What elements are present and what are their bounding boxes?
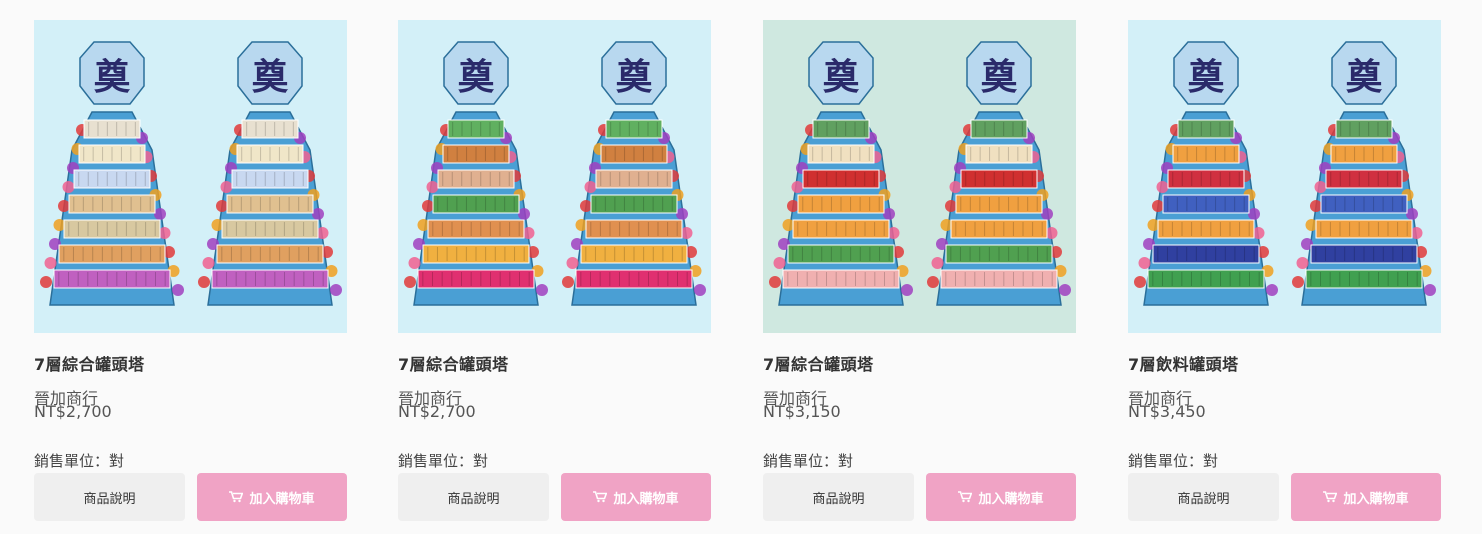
add-to-cart-button[interactable]: 加入購物車 — [926, 473, 1076, 521]
tower-display: 奠 — [40, 41, 184, 306]
product-grid: 奠奠 7層綜合罐頭塔 晉加商行 NT$2,700 銷售單位：對 商品說明 加入購… — [0, 0, 1482, 534]
tower-character: 奠 — [252, 56, 289, 98]
tower-character: 奠 — [823, 56, 860, 98]
sales-unit: 銷售單位：對 — [763, 452, 854, 470]
tower-character: 奠 — [458, 56, 495, 98]
product-price: NT$3,150 — [763, 402, 841, 421]
product-price: NT$3,450 — [1128, 402, 1206, 421]
cart-icon — [958, 491, 973, 503]
cart-icon — [1323, 491, 1338, 503]
tower-display: 奠 — [1292, 41, 1436, 306]
sales-unit: 銷售單位：對 — [398, 452, 489, 470]
add-to-cart-button[interactable]: 加入購物車 — [561, 473, 711, 521]
description-button-label: 商品說明 — [812, 491, 865, 507]
tower-display: 奠 — [404, 41, 548, 306]
description-button-label: 商品說明 — [447, 491, 500, 507]
product-title[interactable]: 7層綜合罐頭塔 — [34, 351, 145, 375]
tower-display: 奠 — [769, 41, 913, 306]
product-card: 奠奠 7層飲料罐頭塔 晉加商行 NT$3,450 銷售單位：對 商品說明 加入購… — [1128, 20, 1441, 530]
tower-display: 奠 — [927, 41, 1071, 306]
product-description-button[interactable]: 商品說明 — [34, 473, 185, 521]
sales-unit: 銷售單位：對 — [34, 452, 125, 470]
cart-icon — [229, 491, 244, 503]
add-to-cart-button[interactable]: 加入購物車 — [1291, 473, 1441, 521]
product-price: NT$2,700 — [34, 402, 112, 421]
product-card: 奠奠 7層綜合罐頭塔 晉加商行 NT$2,700 銷售單位：對 商品說明 加入購… — [398, 20, 711, 530]
product-description-button[interactable]: 商品說明 — [398, 473, 549, 521]
product-title[interactable]: 7層飲料罐頭塔 — [1128, 351, 1239, 375]
product-image[interactable]: 奠奠 — [398, 20, 711, 333]
description-button-label: 商品說明 — [1177, 491, 1230, 507]
tower-character: 奠 — [94, 56, 131, 98]
cart-button-label: 加入購物車 — [1343, 491, 1409, 507]
tower-character: 奠 — [1188, 56, 1225, 98]
product-image[interactable]: 奠奠 — [34, 20, 347, 333]
product-price: NT$2,700 — [398, 402, 476, 421]
tower-display: 奠 — [198, 41, 342, 306]
product-image[interactable]: 奠奠 — [1128, 20, 1441, 333]
product-description-button[interactable]: 商品說明 — [763, 473, 914, 521]
tower-display: 奠 — [1134, 41, 1278, 306]
product-card: 奠奠 7層綜合罐頭塔 晉加商行 NT$2,700 銷售單位：對 商品說明 加入購… — [34, 20, 347, 530]
product-image[interactable]: 奠奠 — [763, 20, 1076, 333]
product-description-button[interactable]: 商品說明 — [1128, 473, 1279, 521]
cart-icon — [593, 491, 608, 503]
product-card: 奠奠 7層綜合罐頭塔 晉加商行 NT$3,150 銷售單位：對 商品說明 加入購… — [763, 20, 1076, 530]
product-title[interactable]: 7層綜合罐頭塔 — [763, 351, 874, 375]
add-to-cart-button[interactable]: 加入購物車 — [197, 473, 347, 521]
tower-display: 奠 — [562, 41, 706, 306]
cart-button-label: 加入購物車 — [249, 491, 315, 507]
product-title[interactable]: 7層綜合罐頭塔 — [398, 351, 509, 375]
cart-button-label: 加入購物車 — [613, 491, 679, 507]
tower-character: 奠 — [616, 56, 653, 98]
cart-button-label: 加入購物車 — [978, 491, 1044, 507]
tower-character: 奠 — [1346, 56, 1383, 98]
description-button-label: 商品說明 — [83, 491, 136, 507]
tower-character: 奠 — [981, 56, 1018, 98]
sales-unit: 銷售單位：對 — [1128, 452, 1219, 470]
